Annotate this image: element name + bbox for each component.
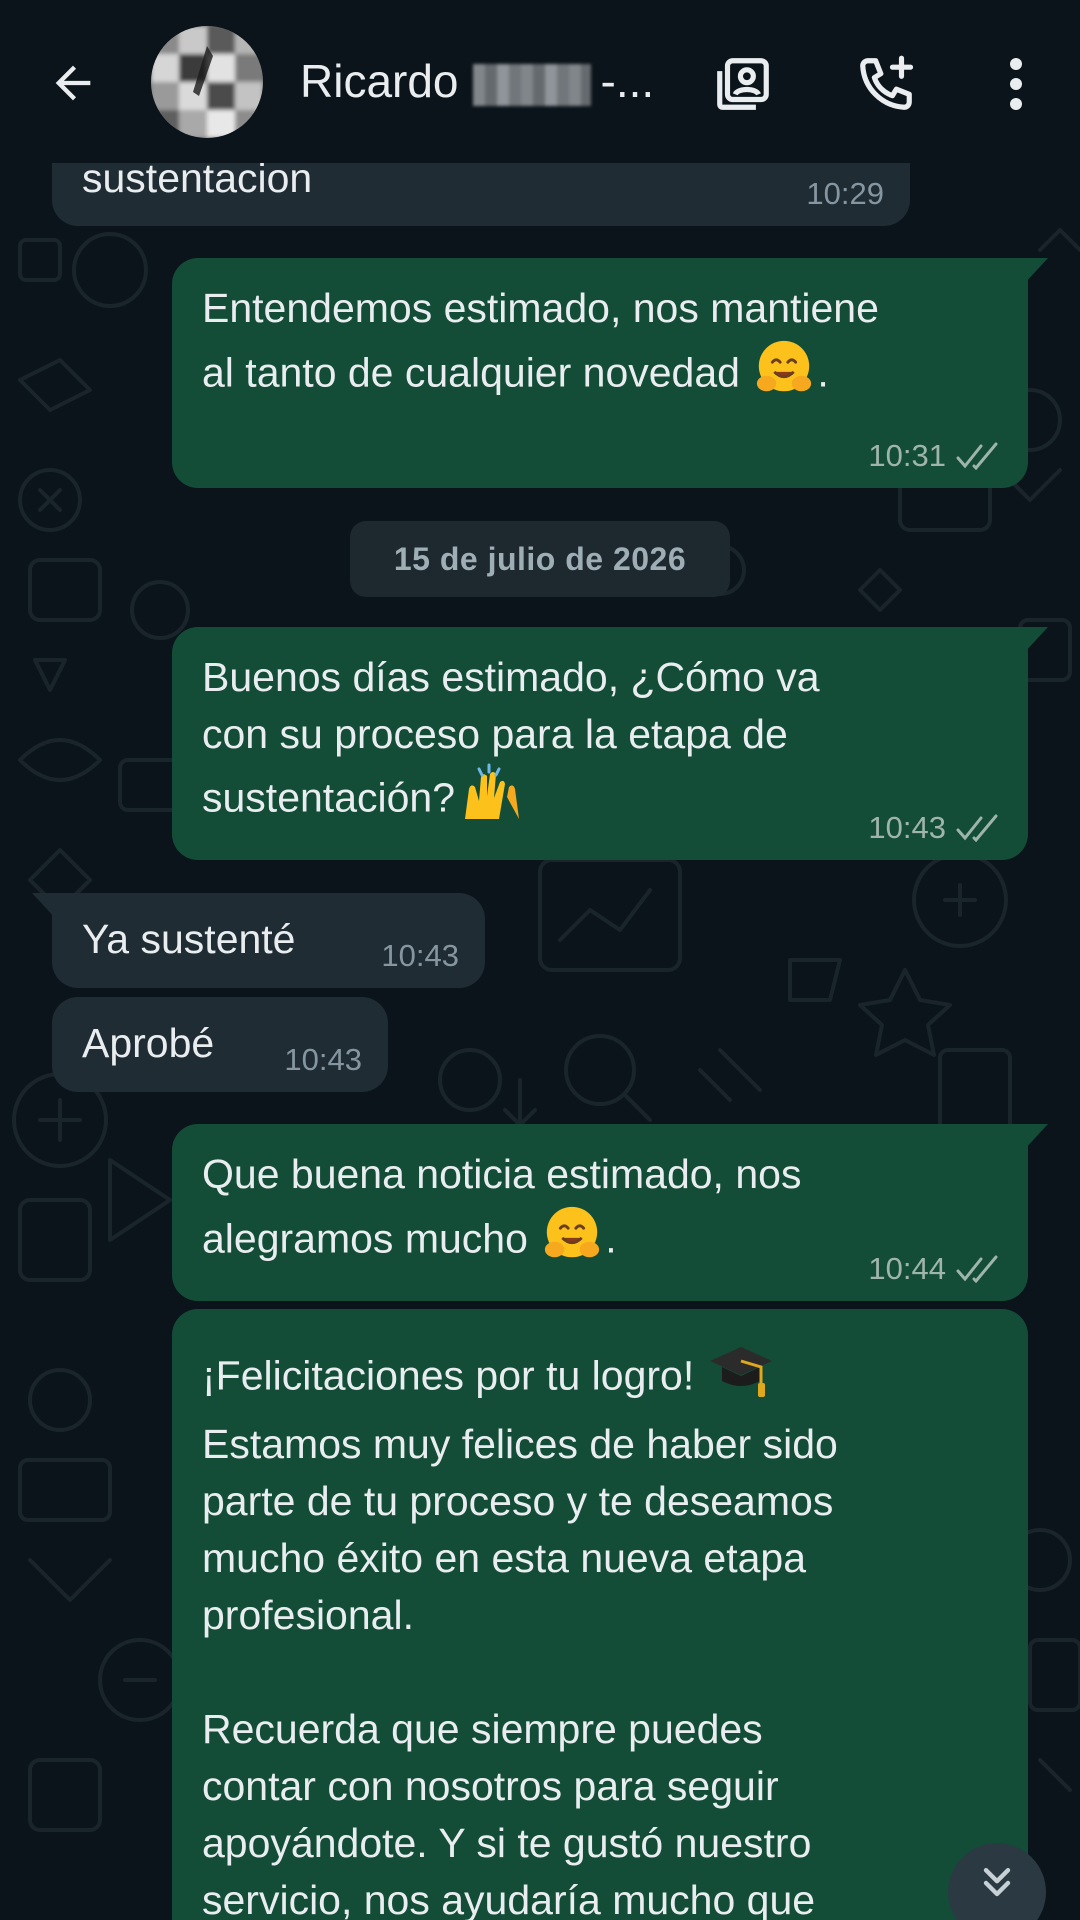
graduation-cap-emoji — [708, 1341, 774, 1416]
message-line: sustentación? — [202, 774, 456, 821]
message-line: Que buena noticia estimado, nos — [202, 1151, 802, 1197]
double-chevron-down-icon — [983, 1867, 1011, 1897]
contact-card-icon[interactable] — [705, 46, 781, 122]
message-text: Entendemos estimado, nos mantiene al tan… — [202, 280, 998, 414]
double-check-icon — [956, 1255, 998, 1283]
message-time: 10:44 — [868, 1251, 946, 1286]
message-time: 10:29 — [806, 176, 884, 211]
double-check-icon — [956, 442, 998, 470]
message-line: Entendemos estimado, nos mantiene — [202, 285, 879, 331]
contact-first-name: Ricardo — [300, 55, 459, 107]
add-call-icon[interactable] — [848, 46, 924, 122]
bubble-tail — [1024, 1124, 1048, 1150]
message-meta: 10:31 — [868, 438, 1002, 474]
message-line: alegramos mucho — [202, 1215, 528, 1262]
message-line: con su proceso para la etapa de — [202, 711, 788, 757]
hugging-face-emoji — [541, 1203, 603, 1280]
message-time: 10:43 — [284, 1042, 362, 1077]
contact-name-suffix: -... — [600, 55, 655, 107]
hugging-face-emoji — [753, 337, 815, 414]
message-line: ¡Felicitaciones por tu logro! — [202, 1352, 695, 1399]
message-meta: 10:29 — [806, 176, 884, 212]
message-time: 10:31 — [868, 438, 946, 473]
raising-hands-emoji — [457, 763, 527, 838]
bubble-tail — [1024, 627, 1048, 653]
double-check-icon — [956, 814, 998, 842]
arrow-back-icon[interactable] — [38, 48, 108, 118]
message-time: 10:43 — [381, 938, 459, 973]
message-line: al tanto de cualquier novedad — [202, 349, 740, 396]
message-incoming[interactable]: Aprobé 10:43 — [52, 997, 388, 1092]
message-outgoing[interactable]: Que buena noticia estimado, nos alegramo… — [172, 1124, 1048, 1301]
more-vert-icon[interactable] — [978, 46, 1054, 122]
message-meta: 10:43 — [868, 810, 1002, 846]
bubble-tail — [1024, 258, 1048, 284]
contact-name[interactable]: Ricardo -... — [300, 48, 654, 114]
message-incoming[interactable]: Ya sustenté 10:43 — [32, 893, 485, 988]
message-meta: 10:43 — [381, 938, 459, 974]
date-chip: 15 de julio de 2026 — [350, 521, 730, 597]
message-outgoing[interactable]: Entendemos estimado, nos mantiene al tan… — [172, 258, 1048, 488]
message-meta: 10:44 — [868, 1251, 1002, 1287]
chat-header: Ricardo -... — [0, 0, 1080, 163]
message-body: Estamos muy felices de haber sido parte … — [202, 1421, 838, 1920]
message-suffix: . — [605, 1215, 617, 1262]
redacted-name — [472, 63, 591, 106]
avatar[interactable] — [151, 26, 263, 138]
message-outgoing[interactable]: ¡Felicitaciones por tu logro! Estamos mu… — [172, 1309, 1028, 1920]
message-line: Buenos días estimado, ¿Cómo va — [202, 654, 820, 700]
message-suffix: . — [817, 349, 829, 396]
message-time: 10:43 — [868, 810, 946, 845]
message-text: ¡Felicitaciones por tu logro! Estamos mu… — [202, 1341, 998, 1920]
bubble-tail — [32, 893, 56, 919]
message-outgoing[interactable]: Buenos días estimado, ¿Cómo va con su pr… — [172, 627, 1048, 860]
chat-screen: Ricardo-... sustentacion 10:29 Entendem — [0, 0, 1080, 1920]
message-meta: 10:43 — [284, 1042, 362, 1078]
